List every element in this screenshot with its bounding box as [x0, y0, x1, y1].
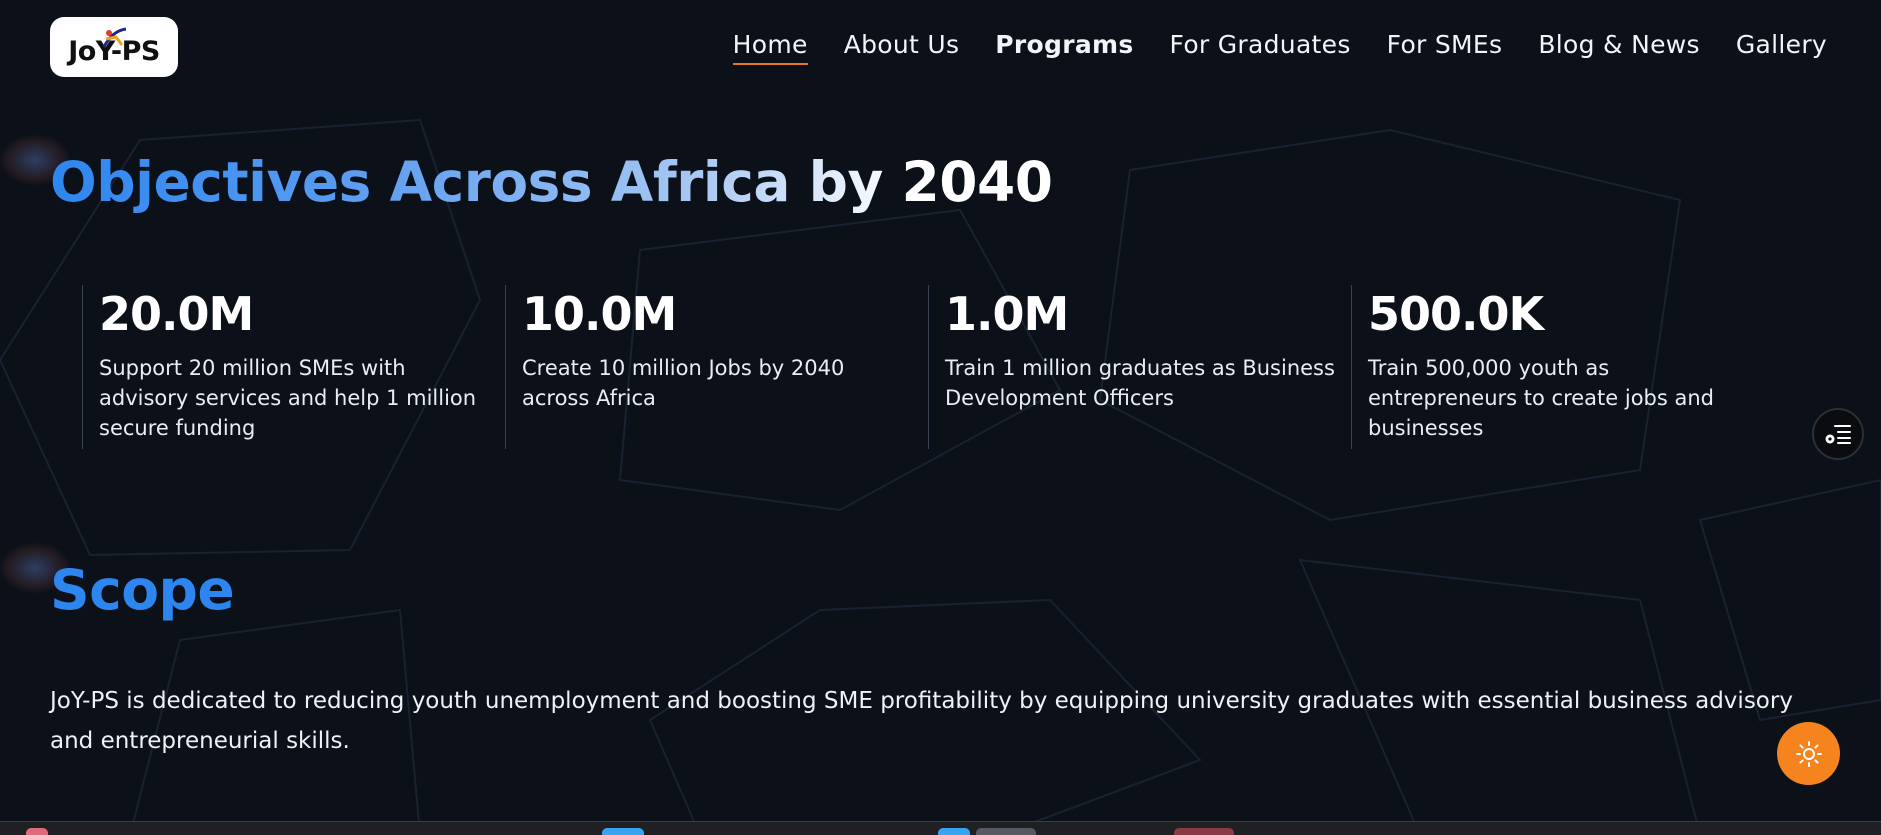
nav-home[interactable]: Home [732, 30, 808, 65]
nav-for-smes[interactable]: For SMEs [1387, 30, 1503, 65]
nav-blog-news[interactable]: Blog & News [1538, 30, 1700, 65]
stat-card: 500.0K Train 500,000 youth as entreprene… [1351, 285, 1774, 449]
side-menu-button[interactable] [1812, 408, 1864, 460]
scope-description: JoY-PS is dedicated to reducing youth un… [50, 688, 1793, 754]
stat-description: Create 10 million Jobs by 2040 across Af… [522, 356, 845, 410]
nav-gallery[interactable]: Gallery [1736, 30, 1827, 65]
site-header: JoY-PS Home About Us Programs For Gradua… [0, 0, 1881, 94]
stat-description: Train 500,000 youth as entrepreneurs to … [1368, 356, 1714, 440]
stat-description: Train 1 million graduates as Business De… [945, 356, 1335, 410]
main-nav: Home About Us Programs For Graduates For… [732, 30, 1827, 65]
stat-value: 500.0K [1368, 287, 1544, 341]
taskbar-app-icon[interactable] [1174, 828, 1234, 835]
stat-card: 1.0M Train 1 million graduates as Busine… [928, 285, 1351, 449]
scope-title: Scope [50, 558, 235, 622]
taskbar-app-icon[interactable] [938, 828, 970, 835]
theme-toggle-button[interactable] [1777, 722, 1840, 785]
taskbar-app-icon[interactable] [976, 828, 1036, 835]
os-taskbar [0, 821, 1881, 835]
sun-icon [1795, 740, 1822, 767]
stat-value: 20.0M [99, 287, 254, 341]
taskbar-app-icon[interactable] [602, 828, 644, 835]
stat-value: 1.0M [945, 287, 1069, 341]
nav-programs[interactable]: Programs [995, 30, 1133, 65]
site-logo[interactable]: JoY-PS [50, 17, 178, 77]
list-settings-icon [1825, 425, 1851, 444]
nav-for-graduates[interactable]: For Graduates [1170, 30, 1351, 65]
objectives-title: Objectives Across Africa by 2040 [50, 150, 1053, 214]
logo-figure-icon [102, 27, 127, 48]
objectives-stats: 20.0M Support 20 million SMEs with advis… [82, 285, 1842, 449]
nav-about-us[interactable]: About Us [844, 30, 960, 65]
stat-description: Support 20 million SMEs with advisory se… [99, 356, 477, 440]
stat-value: 10.0M [522, 287, 677, 341]
stat-card: 20.0M Support 20 million SMEs with advis… [82, 285, 505, 449]
taskbar-app-icon[interactable] [26, 828, 48, 835]
stat-card: 10.0M Create 10 million Jobs by 2040 acr… [505, 285, 928, 449]
